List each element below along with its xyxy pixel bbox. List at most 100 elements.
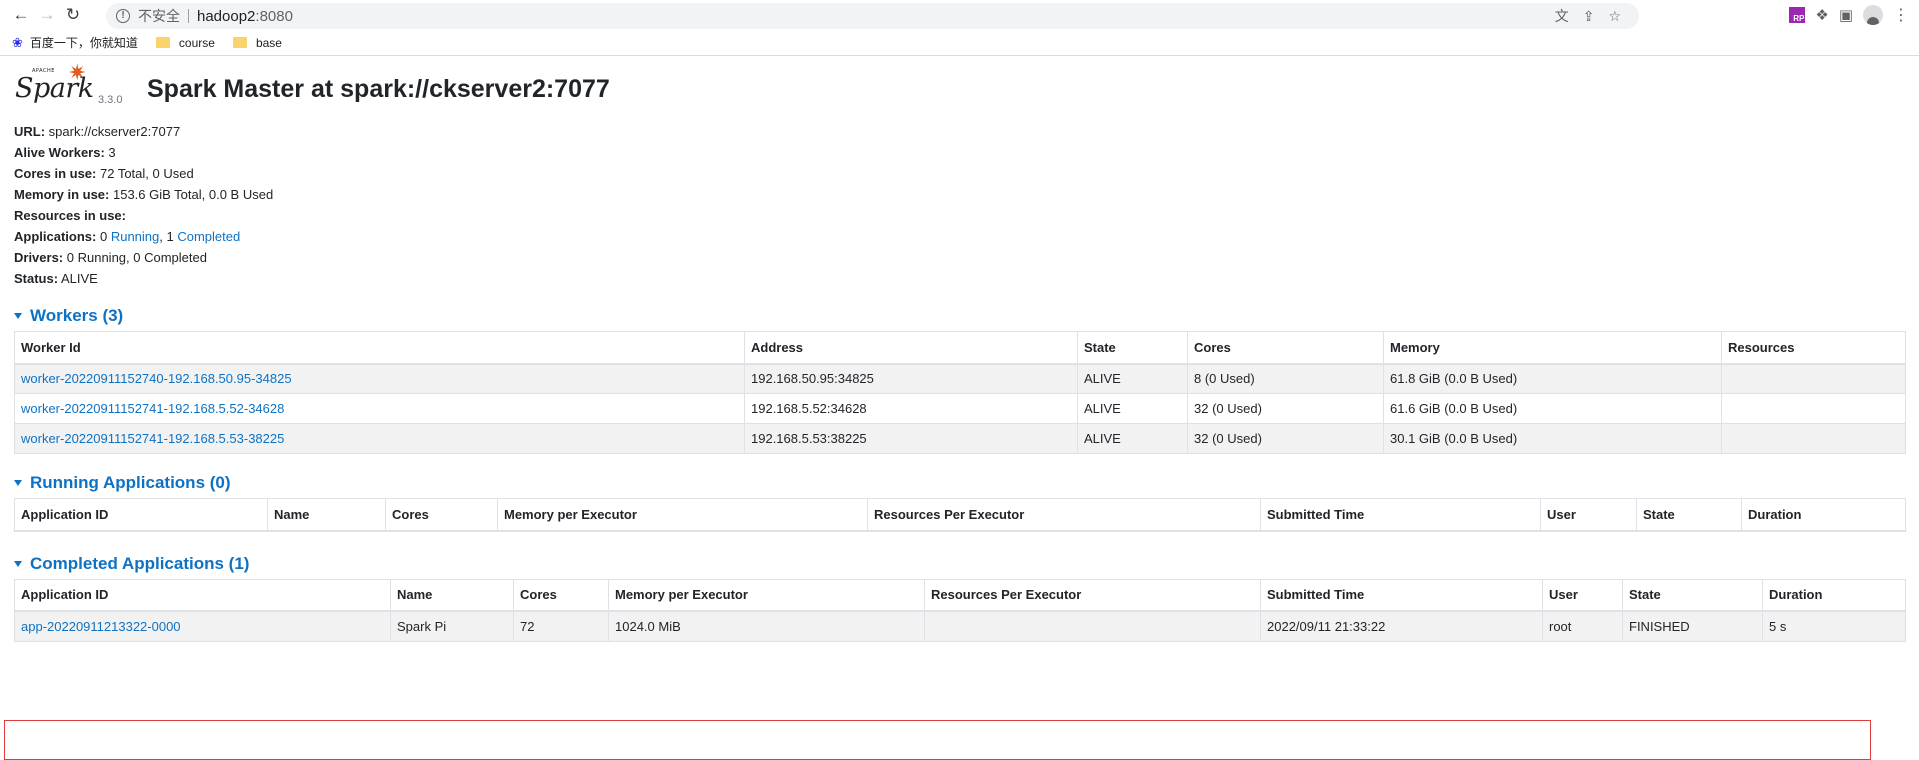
column-header[interactable]: Cores	[385, 498, 498, 532]
info-label: Applications:	[14, 229, 97, 244]
spark-master-page: APACHE Spark ✷ 3.3.0 Spark Master at spa…	[0, 61, 1919, 760]
extension-rp-icon[interactable]: RP	[1789, 7, 1806, 23]
info-status: Status: ALIVE	[14, 268, 1905, 289]
table-cell: 192.168.5.52:34628	[744, 393, 1078, 424]
info-label: Cores in use:	[14, 166, 97, 181]
table-row: worker-20220911152741-192.168.5.52-34628…	[14, 393, 1906, 424]
address-bar[interactable]: ! 不安全 hadoop2:8080 文 ⇪ ☆	[106, 3, 1639, 29]
column-header[interactable]: State	[1077, 331, 1188, 365]
completed-apps-link[interactable]: Completed	[177, 229, 240, 244]
warning-icon[interactable]: !	[116, 9, 130, 23]
table-cell: 61.6 GiB (0.0 B Used)	[1383, 393, 1722, 424]
collapse-caret-icon	[14, 313, 22, 319]
table-cell: ALIVE	[1077, 423, 1188, 454]
table-header-row: Application ID Name Cores Memory per Exe…	[14, 498, 1906, 532]
running-apps-section-toggle[interactable]: Running Applications (0)	[14, 473, 1905, 493]
column-header[interactable]: Name	[267, 498, 386, 532]
worker-id-cell: worker-20220911152740-192.168.50.95-3482…	[14, 363, 745, 394]
column-header[interactable]: Duration	[1762, 578, 1906, 612]
collapse-caret-icon	[14, 560, 22, 567]
worker-link[interactable]: worker-20220911152740-192.168.50.95-3482…	[21, 371, 292, 386]
spark-version: 3.3.0	[98, 94, 123, 106]
table-row: app-20220911213322-0000 Spark Pi 72 1024…	[14, 610, 1906, 642]
bookmark-label: 百度一下，你就知道	[29, 36, 138, 50]
worker-id-cell: worker-20220911152741-192.168.5.52-34628	[14, 393, 745, 424]
reload-icon[interactable]: ↻	[60, 2, 86, 28]
column-header[interactable]: Resources Per Executor	[867, 498, 1261, 532]
column-header[interactable]: Resources	[1721, 331, 1906, 365]
app-link[interactable]: app-20220911213322-0000	[21, 619, 181, 634]
folder-icon	[232, 37, 247, 48]
completed-apps-section-toggle[interactable]: Completed Applications (1)	[14, 554, 1905, 574]
column-header[interactable]: Memory per Executor	[497, 498, 868, 532]
bookmark-label: course	[178, 35, 215, 50]
forward-arrow-icon[interactable]: →	[34, 2, 60, 28]
info-label: Alive Workers:	[14, 145, 105, 160]
section-title: Workers (3)	[30, 306, 124, 325]
master-info-list: URL: spark://ckserver2:7077 Alive Worker…	[14, 121, 1905, 289]
table-cell: 2022/09/11 21:33:22	[1260, 610, 1543, 642]
back-arrow-icon[interactable]: ←	[8, 2, 34, 28]
baidu-paw-icon: ❀	[12, 34, 23, 50]
bookmark-baidu[interactable]: ❀ 百度一下，你就知道	[12, 34, 138, 51]
column-header[interactable]: Duration	[1741, 498, 1906, 532]
column-header[interactable]: State	[1622, 578, 1763, 612]
table-cell: 32 (0 Used)	[1187, 393, 1384, 424]
column-header[interactable]: Memory per Executor	[608, 578, 925, 612]
table-header-row: Worker Id Address State Cores Memory Res…	[14, 331, 1906, 365]
column-header[interactable]: Address	[744, 331, 1078, 365]
share-icon[interactable]: ⇪	[1583, 8, 1595, 25]
column-header[interactable]: Resources Per Executor	[924, 578, 1261, 612]
table-cell: 192.168.5.53:38225	[744, 423, 1078, 454]
worker-link[interactable]: worker-20220911152741-192.168.5.52-34628	[21, 401, 284, 416]
column-header[interactable]: State	[1636, 498, 1742, 532]
column-header[interactable]: User	[1540, 498, 1637, 532]
info-value: 0 Running, 0 Completed	[66, 250, 207, 265]
collapse-caret-icon	[14, 480, 22, 486]
bookmark-course[interactable]: course	[154, 36, 215, 50]
column-header[interactable]: Memory	[1383, 331, 1722, 365]
column-header[interactable]: Worker Id	[14, 331, 745, 365]
table-cell: FINISHED	[1622, 610, 1763, 642]
info-cores: Cores in use: 72 Total, 0 Used	[14, 163, 1905, 184]
column-header[interactable]: Cores	[1187, 331, 1384, 365]
completed-apps-table: Application ID Name Cores Memory per Exe…	[14, 578, 1906, 642]
running-apps-link[interactable]: Running	[111, 229, 159, 244]
highlight-annotation-box	[4, 720, 1871, 760]
column-header[interactable]: Name	[390, 578, 514, 612]
translate-icon[interactable]: 文	[1555, 6, 1569, 26]
column-header[interactable]: Application ID	[14, 498, 268, 532]
table-cell	[1721, 423, 1906, 454]
column-header[interactable]: Application ID	[14, 578, 391, 612]
worker-link[interactable]: worker-20220911152741-192.168.5.53-38225	[21, 431, 284, 446]
bookmark-base[interactable]: base	[231, 36, 282, 50]
profile-avatar-icon[interactable]	[1863, 5, 1883, 25]
side-panel-icon[interactable]: ▣	[1839, 6, 1853, 24]
spark-star-icon: ✷	[68, 61, 86, 86]
column-header[interactable]: Submitted Time	[1260, 498, 1541, 532]
info-memory: Memory in use: 153.6 GiB Total, 0.0 B Us…	[14, 184, 1905, 205]
info-label: Resources in use:	[14, 208, 126, 223]
bookmark-star-icon[interactable]: ☆	[1608, 8, 1621, 25]
section-title: Completed Applications (1)	[30, 553, 250, 573]
info-value: 153.6 GiB Total, 0.0 B Used	[112, 187, 274, 202]
menu-kebab-icon[interactable]: ⋮	[1893, 5, 1909, 25]
insecure-label[interactable]: 不安全	[138, 6, 180, 26]
page-header: APACHE Spark ✷ 3.3.0 Spark Master at spa…	[14, 61, 1905, 121]
info-url: URL: spark://ckserver2:7077	[14, 121, 1905, 142]
omnibox-icons: 文 ⇪ ☆	[1555, 3, 1621, 29]
table-cell: Spark Pi	[390, 610, 514, 642]
spark-logo[interactable]: APACHE Spark ✷	[14, 61, 94, 107]
workers-table: Worker Id Address State Cores Memory Res…	[14, 331, 1906, 454]
url-host[interactable]: hadoop2	[197, 8, 255, 25]
column-header[interactable]: Cores	[513, 578, 609, 612]
column-header[interactable]: User	[1542, 578, 1623, 612]
table-cell: 1024.0 MiB	[608, 610, 925, 642]
workers-section-toggle[interactable]: Workers (3)	[14, 306, 1905, 326]
info-applications: Applications: 0 Running, 1 Completed	[14, 226, 1905, 247]
url-port[interactable]: :8080	[255, 8, 293, 25]
column-header[interactable]: Submitted Time	[1260, 578, 1543, 612]
info-value: , 1	[159, 229, 174, 244]
extensions-puzzle-icon[interactable]: ❖	[1815, 6, 1828, 24]
table-cell	[924, 610, 1261, 642]
